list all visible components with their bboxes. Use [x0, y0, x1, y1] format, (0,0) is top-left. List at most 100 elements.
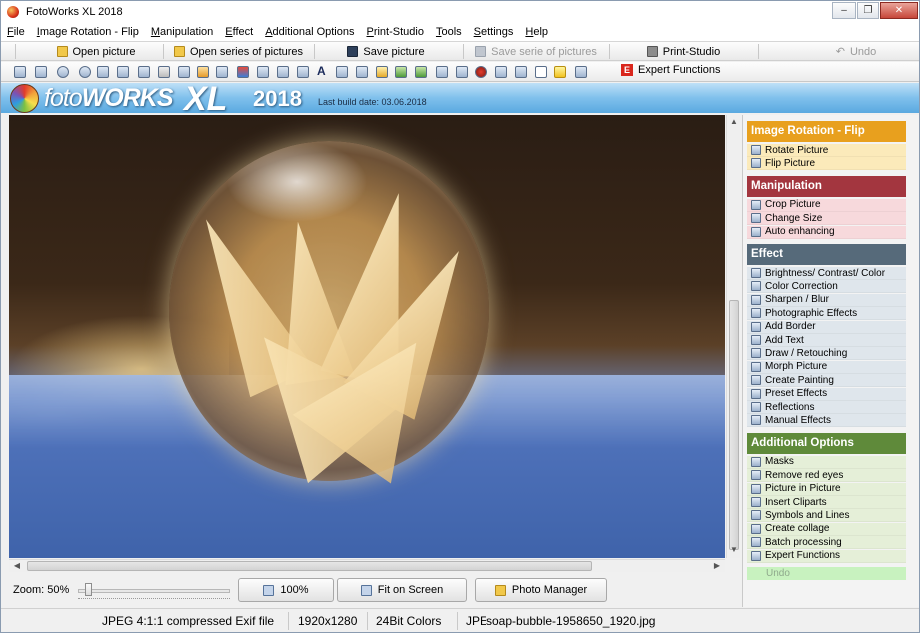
save-series-button[interactable]: Save serie of pictures	[471, 43, 601, 60]
zoom-slider[interactable]	[78, 581, 230, 601]
sidebar-item-morph-picture[interactable]: Morph Picture	[747, 360, 906, 374]
scroll-left-icon[interactable]: ◀	[11, 560, 23, 572]
toolbar-separator	[758, 44, 759, 59]
rotate-right-icon[interactable]	[35, 66, 47, 78]
sidebar-item-add-border[interactable]: Add Border	[747, 320, 906, 334]
mirror-icon[interactable]	[117, 66, 129, 78]
sidebar-item-draw-retouching[interactable]: Draw / Retouching	[747, 347, 906, 361]
menu-print-studio[interactable]: Print-Studio	[366, 26, 423, 38]
sidebar-category-additional-options[interactable]: Additional Options	[747, 432, 906, 454]
minimize-button[interactable]: –	[832, 2, 856, 19]
menu-image-rotation[interactable]: Image Rotation - Flip	[37, 26, 139, 38]
menu-additional-options[interactable]: Additional Options	[265, 26, 354, 38]
sidebar-item-symbols-and-lines[interactable]: Symbols and Lines	[747, 509, 906, 523]
print-studio-button[interactable]: Print-Studio	[641, 43, 726, 60]
symbols-icon[interactable]	[535, 66, 547, 78]
morph-icon[interactable]	[356, 66, 368, 78]
sidebar-item-manual-effects[interactable]: Manual Effects	[747, 414, 906, 428]
sidebar-item-insert-cliparts[interactable]: Insert Cliparts	[747, 496, 906, 509]
add-text-icon	[751, 335, 761, 345]
text-icon[interactable]: A	[317, 64, 329, 78]
reflection-icon[interactable]	[415, 66, 427, 78]
expert-icon: E	[621, 64, 633, 76]
horizontal-scrollbar[interactable]: ◀ ▶	[9, 559, 725, 572]
sidebar-category-image-rotation-flip[interactable]: Image Rotation - Flip	[747, 121, 906, 142]
sidebar-item-auto-enhancing[interactable]: Auto enhancing	[747, 225, 906, 239]
menu-manipulation[interactable]: Manipulation	[151, 26, 213, 38]
sidebar-item-expert-functions[interactable]: Expert Functions	[747, 549, 906, 563]
sidebar-undo-button[interactable]: Undo	[747, 567, 906, 580]
sidebar-item-remove-red-eyes[interactable]: Remove red eyes	[747, 469, 906, 483]
sidebar-item-rotate-picture[interactable]: Rotate Picture	[747, 144, 906, 157]
clipart-icon[interactable]	[515, 66, 527, 78]
rotate-icon[interactable]	[57, 66, 69, 78]
sidebar-item-label: Symbols and Lines	[765, 509, 850, 521]
vertical-scrollbar[interactable]: ▲ ▼	[726, 115, 740, 558]
menu-tools[interactable]: Tools	[436, 26, 462, 38]
horizontal-scroll-thumb[interactable]	[27, 561, 592, 571]
image-canvas[interactable]	[9, 115, 725, 558]
undo-button[interactable]: ↶ Undo	[826, 43, 886, 60]
save-picture-button[interactable]: Save picture	[341, 43, 431, 60]
lens-icon[interactable]	[138, 66, 150, 78]
star-icon[interactable]	[554, 66, 566, 78]
fit-on-screen-button[interactable]: Fit on Screen	[337, 578, 467, 602]
rotate-left-icon[interactable]	[14, 66, 26, 78]
sidebar-category-manipulation[interactable]: Manipulation	[747, 175, 906, 197]
maximize-button[interactable]: ❐	[857, 2, 879, 19]
sidebar-item-label: Create collage	[765, 523, 830, 535]
symbols-and-lines-icon	[751, 510, 761, 521]
levels-icon[interactable]	[216, 66, 228, 78]
vertical-scroll-thumb[interactable]	[729, 300, 739, 550]
sidebar-item-masks[interactable]: Masks	[747, 455, 906, 469]
manual-effect-icon[interactable]	[436, 66, 448, 78]
logo-balloon-icon	[10, 84, 39, 113]
sidebar-item-crop-picture[interactable]: Crop Picture	[747, 198, 906, 212]
sidebar-item-color-correction[interactable]: Color Correction	[747, 280, 906, 294]
sidebar-item-batch-processing[interactable]: Batch processing	[747, 536, 906, 550]
zoom-slider-knob[interactable]	[85, 583, 93, 596]
sidebar-item-change-size[interactable]: Change Size	[747, 212, 906, 226]
sidebar-item-picture-in-picture[interactable]: Picture in Picture	[747, 482, 906, 496]
sidebar-item-sharpen-blur[interactable]: Sharpen / Blur	[747, 293, 906, 307]
menu-settings[interactable]: Settings	[474, 26, 514, 38]
brush-icon[interactable]	[376, 66, 388, 78]
sidebar-category-effect[interactable]: Effect	[747, 244, 906, 265]
sharpen-icon[interactable]	[257, 66, 269, 78]
sidebar-item-photographic-effects[interactable]: Photographic Effects	[747, 307, 906, 321]
batch-icon[interactable]	[575, 66, 587, 78]
menu-help[interactable]: Help	[525, 26, 548, 38]
menu-effect[interactable]: Effect	[225, 26, 253, 38]
sidebar-item-add-text[interactable]: Add Text	[747, 334, 906, 347]
open-series-button[interactable]: Open series of pictures	[171, 43, 306, 60]
mask-icon[interactable]	[456, 66, 468, 78]
wand-icon[interactable]	[197, 66, 209, 78]
refresh-icon[interactable]	[79, 66, 91, 78]
photo-effect-icon[interactable]	[277, 66, 289, 78]
sidebar-item-create-painting[interactable]: Create Painting	[747, 374, 906, 388]
border-icon[interactable]	[297, 66, 309, 78]
sidebar-item-reflections[interactable]: Reflections	[747, 401, 906, 414]
scroll-up-icon[interactable]: ▲	[729, 117, 739, 127]
color-icon[interactable]	[237, 66, 249, 78]
open-picture-button[interactable]: Open picture	[41, 43, 151, 60]
scroll-down-icon[interactable]: ▼	[729, 545, 739, 555]
sidebar-item-preset-effects[interactable]: Preset Effects	[747, 387, 906, 401]
sidebar-item-create-collage[interactable]: Create collage	[747, 522, 906, 536]
crop-icon[interactable]	[178, 66, 190, 78]
photo-manager-button[interactable]: Photo Manager	[475, 578, 607, 602]
scissors-icon[interactable]	[158, 66, 170, 78]
scroll-right-icon[interactable]: ▶	[711, 560, 723, 572]
preset-icon[interactable]	[395, 66, 407, 78]
sidebar-item-label: Crop Picture	[765, 199, 821, 211]
red-eye-icon[interactable]	[475, 66, 487, 78]
sidebar-item-brightness-contrast-color[interactable]: Brightness/ Contrast/ Color	[747, 267, 906, 280]
draw-icon[interactable]	[336, 66, 348, 78]
menu-file[interactable]: File	[7, 26, 25, 38]
close-button[interactable]: ✕	[880, 2, 918, 19]
flip-icon[interactable]	[97, 66, 109, 78]
expert-functions-button[interactable]: E Expert Functions	[621, 64, 721, 76]
picture-in-picture-icon[interactable]	[495, 66, 507, 78]
sidebar-item-flip-picture[interactable]: Flip Picture	[747, 157, 906, 171]
zoom-100-button[interactable]: 100%	[238, 578, 334, 602]
